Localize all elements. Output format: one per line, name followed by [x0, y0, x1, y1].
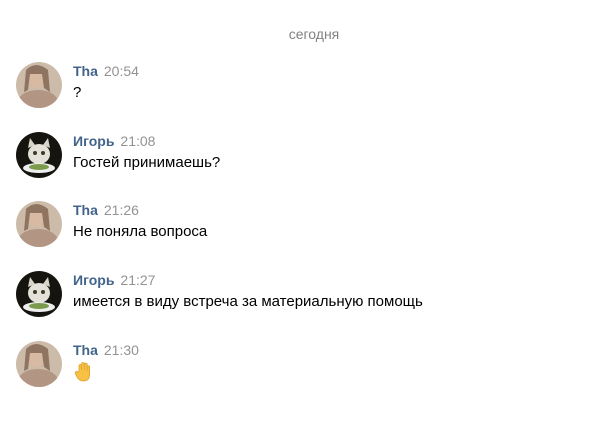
raised-hand-icon — [73, 361, 95, 383]
message-item: Игорь 21:27 имеется в виду встреча за мат… — [16, 271, 576, 319]
message-time[interactable]: 21:08 — [120, 133, 155, 149]
author-name[interactable]: Игорь — [73, 272, 114, 288]
date-divider: сегодня — [288, 26, 340, 42]
message-time[interactable]: 21:27 — [120, 272, 155, 288]
user-photo-icon — [16, 341, 62, 387]
message-time[interactable]: 21:26 — [104, 202, 139, 218]
cat-photo-icon — [16, 132, 62, 178]
message-time[interactable]: 21:30 — [104, 342, 139, 358]
message-text: Гостей принимаешь? — [73, 154, 221, 171]
avatar-tha[interactable] — [16, 201, 62, 247]
avatar-igor[interactable] — [16, 271, 62, 317]
message-time[interactable]: 20:54 — [104, 63, 139, 79]
author-name[interactable]: Tha — [73, 63, 98, 79]
avatar-tha[interactable] — [16, 341, 62, 387]
author-name[interactable]: Игорь — [73, 133, 114, 149]
user-photo-icon — [16, 62, 62, 108]
message-item: Tha 20:54 ? — [16, 62, 576, 110]
message-text: ? — [73, 84, 82, 101]
author-name[interactable]: Tha — [73, 342, 98, 358]
message-text: Не поняла вопроса — [73, 223, 208, 240]
message-item: Игорь 21:08 Гостей принимаешь? — [16, 132, 576, 180]
avatar-igor[interactable] — [16, 132, 62, 178]
message-item: Tha 21:26 Не поняла вопроса — [16, 201, 576, 249]
message-item: Tha 21:30 — [16, 341, 576, 389]
user-photo-icon — [16, 201, 62, 247]
message-text: имеется в виду встреча за материальную п… — [73, 293, 423, 310]
author-name[interactable]: Tha — [73, 202, 98, 218]
avatar-tha[interactable] — [16, 62, 62, 108]
cat-photo-icon — [16, 271, 62, 317]
